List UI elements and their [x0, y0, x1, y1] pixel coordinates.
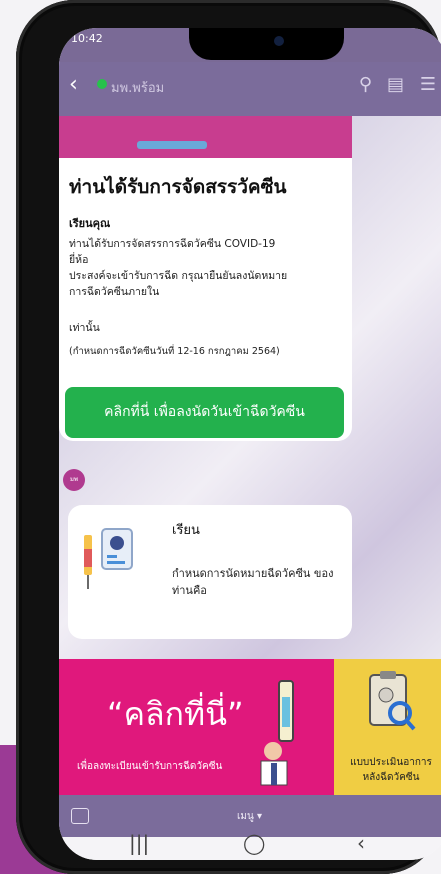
card-line-3: ประสงค์จะเข้ารับการฉีด กรุณายืนยันลงนัดห…	[69, 270, 288, 282]
appointment-title: เรียน	[172, 523, 200, 538]
doctor-syringe-icon	[260, 680, 294, 786]
card-line-5: เท่านั้น	[69, 322, 100, 334]
appointment-card[interactable]: เรียน กำหนดการนัดหมายฉีดวัคซีน ของท่านคื…	[68, 505, 352, 639]
register-vaccine-tile[interactable]: “คลิกที่นี่” เพื่อลงทะเบียนเข้ารับการฉีด…	[59, 659, 334, 795]
home-icon[interactable]: ◯	[243, 831, 265, 855]
card-note: (กำหนดการฉีดวัคซีนวันที่ 12-16 กรกฎาคม 2…	[69, 346, 280, 357]
assessment-tile[interactable]: แบบประเมินอาการ หลังฉีดวัคซีน	[334, 659, 441, 795]
back-chevron-icon[interactable]: ‹	[69, 72, 78, 97]
chat-header: ‹ มพ.พร้อม ⚲ ▤ ☰	[59, 62, 441, 116]
card-banner	[59, 116, 352, 158]
card-blank	[59, 300, 352, 316]
recents-icon[interactable]: |||	[129, 831, 149, 855]
assessment-label: แบบประเมินอาการ หลังฉีดวัคซีน	[350, 757, 432, 783]
avatar[interactable]: มพ	[63, 469, 85, 491]
notes-icon[interactable]: ▤	[387, 74, 404, 95]
notch	[189, 28, 344, 60]
online-status-icon	[97, 79, 107, 89]
register-label: เพื่อลงทะเบียนเข้ารับการฉีดวัคซีน	[77, 761, 223, 772]
book-appointment-button[interactable]: คลิกที่นี่ เพื่อลงนัดวันเข้าฉีดวัคซีน	[65, 387, 344, 438]
card-line-1: ท่านได้รับการจัดสรรการฉีดวัคซีน COVID-19	[69, 238, 276, 250]
search-icon[interactable]: ⚲	[359, 74, 372, 95]
card-line-4: การฉีดวัคซีนภายใน	[69, 286, 160, 298]
vaccine-allocation-card: ท่านได้รับการจัดสรรวัคซีน เรียนคุณ ท่านไ…	[59, 116, 352, 441]
appointment-body: กำหนดการนัดหมายฉีดวัคซีน ของท่านคือ	[172, 567, 334, 597]
menu-icon[interactable]: ☰	[420, 74, 436, 95]
vaccine-document-icon	[84, 528, 133, 589]
card-line-2: ยี่ห้อ	[69, 254, 89, 266]
status-time: 10:42	[71, 32, 103, 45]
syringe-icon	[137, 141, 207, 149]
chat-title[interactable]: มพ.พร้อม	[111, 77, 164, 98]
card-greeting: เรียนคุณ	[69, 217, 111, 230]
phone-frame: 10:42 ‹ มพ.พร้อม ⚲ ▤ ☰ ท่านได้รับการจัดส…	[16, 0, 441, 874]
phone-screen: 10:42 ‹ มพ.พร้อม ⚲ ▤ ☰ ท่านได้รับการจัดส…	[59, 28, 441, 860]
menu-toggle[interactable]: เมนู ▾	[237, 809, 262, 824]
chat-area[interactable]: ท่านได้รับการจัดสรรวัคซีน เรียนคุณ ท่านไ…	[59, 116, 441, 659]
keyboard-icon[interactable]	[71, 808, 89, 824]
android-nav-bar: ||| ◯ ‹	[59, 831, 441, 860]
back-icon[interactable]: ‹	[357, 831, 365, 855]
clipboard-search-icon	[369, 671, 416, 731]
rich-menu: “คลิกที่นี่” เพื่อลงทะเบียนเข้ารับการฉีด…	[59, 659, 441, 795]
card-title: ท่านได้รับการจัดสรรวัคซีน	[69, 176, 287, 198]
camera-icon	[274, 36, 284, 46]
click-here-label: “คลิกที่นี่”	[107, 695, 244, 733]
